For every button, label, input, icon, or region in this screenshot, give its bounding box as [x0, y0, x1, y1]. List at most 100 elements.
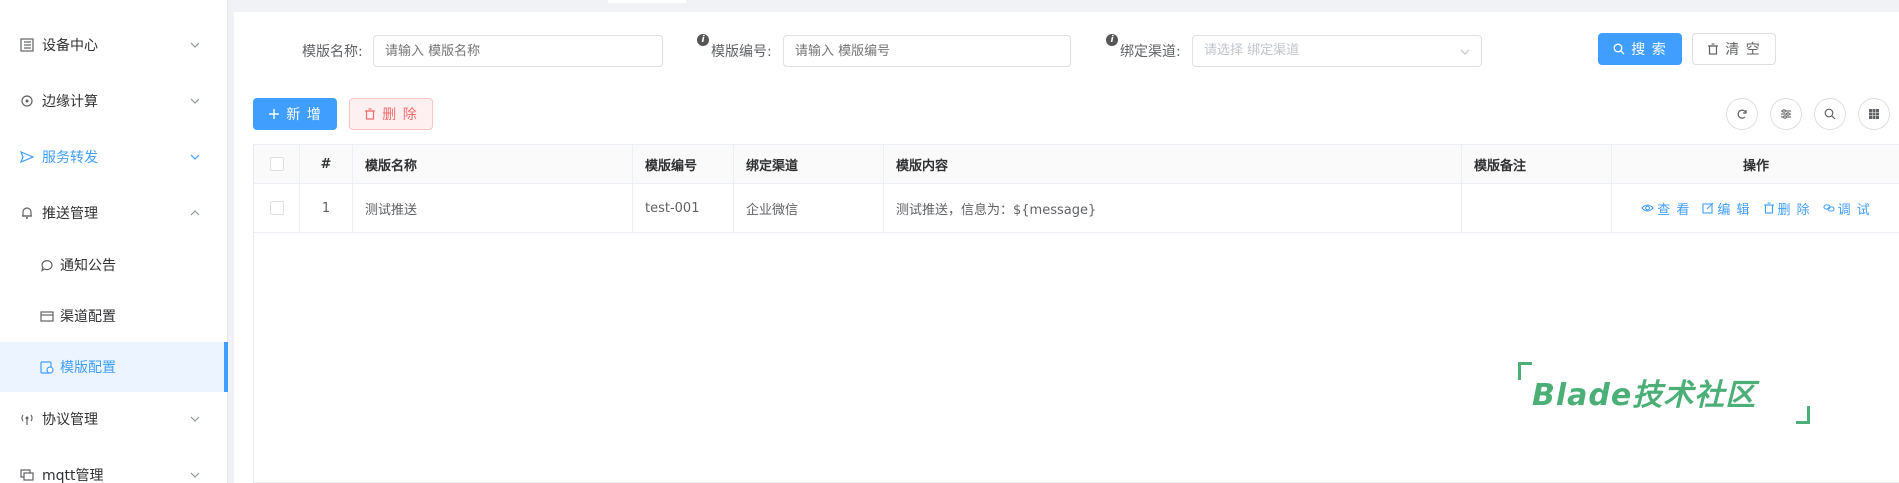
edit-link-label: 编 辑 [1717, 202, 1751, 218]
chevron-down-icon [190, 472, 200, 478]
refresh-button[interactable] [1726, 98, 1758, 130]
watermark-corner [1518, 362, 1532, 380]
sidebar-subitem-template-config[interactable]: 模版配置 [0, 342, 228, 392]
search-icon [1824, 108, 1836, 120]
send-icon [18, 148, 36, 166]
sidebar-subitem-label: 模版配置 [60, 360, 116, 376]
trash-icon [364, 108, 376, 120]
sidebar-item-edge-compute[interactable]: 边缘计算 [0, 76, 228, 126]
channel-select[interactable]: 请选择 绑定渠道 [1192, 35, 1482, 67]
view-link[interactable]: 查 看 [1641, 199, 1690, 218]
column-header-actions: 操作 [1742, 158, 1769, 174]
tag-tab[interactable] [608, 0, 686, 3]
column-header-channel: 绑定渠道 [734, 145, 884, 183]
sidebar-item-mqtt[interactable]: mqtt管理 [0, 450, 228, 483]
link-icon [1823, 204, 1835, 212]
sliders-icon [1781, 109, 1791, 119]
column-header-name: 模版名称 [353, 145, 633, 183]
sidebar-subitem-label: 渠道配置 [60, 309, 116, 325]
edit-link[interactable]: 编 辑 [1702, 199, 1750, 218]
select-all-cell [254, 145, 300, 183]
antenna-icon [18, 410, 36, 428]
sidebar-item-label: 推送管理 [42, 206, 98, 222]
bell-icon [18, 204, 36, 222]
delete-link[interactable]: 删 除 [1763, 199, 1811, 218]
sidebar-item-label: 边缘计算 [42, 94, 98, 110]
row-index: 1 [300, 184, 353, 232]
table-row: 1 测试推送 test-001 企业微信 测试推送，信息为：${message}… [254, 184, 1899, 233]
refresh-icon [1737, 109, 1747, 119]
row-select-cell [254, 184, 300, 232]
chevron-down-icon [190, 416, 200, 422]
debug-link-label: 调 试 [1837, 202, 1871, 218]
edge-compute-icon [18, 92, 36, 110]
column-header-content: 模版内容 [884, 145, 1462, 183]
sidebar-item-service-forward[interactable]: 服务转发 [0, 132, 228, 182]
row-remark [1462, 184, 1612, 232]
sidebar-item-label: 服务转发 [42, 150, 98, 166]
channel-icon [38, 307, 56, 325]
template-name-input[interactable] [373, 35, 663, 67]
sidebar-item-protocol[interactable]: 协议管理 [0, 394, 228, 444]
row-content: 测试推送，信息为：${message} [884, 184, 1462, 232]
add-button[interactable]: 新 增 [253, 98, 337, 130]
chevron-up-icon [190, 210, 200, 216]
debug-link[interactable]: 调 试 [1823, 199, 1871, 218]
clear-button-label: 清 空 [1725, 42, 1761, 58]
table-header: # 模版名称 模版编号 绑定渠道 模版内容 模版备注 操作 [254, 145, 1899, 184]
select-all-checkbox[interactable] [269, 157, 284, 171]
add-button-label: 新 增 [286, 107, 322, 123]
info-icon: i [697, 34, 709, 46]
sidebar-subitem-label: 通知公告 [60, 258, 116, 274]
delete-button-label: 删 除 [382, 107, 418, 123]
chevron-down-icon [190, 98, 200, 104]
row-template-name: 测试推送 [353, 184, 633, 232]
row-channel: 企业微信 [734, 184, 884, 232]
channel-label: 绑定渠道: [1120, 44, 1181, 60]
eye-icon [1641, 204, 1654, 212]
delete-button[interactable]: 删 除 [349, 98, 433, 130]
chevron-down-icon [190, 42, 200, 48]
plus-icon [268, 108, 280, 120]
chevron-down-icon [1460, 49, 1470, 55]
sidebar-subitem-channel-config[interactable]: 渠道配置 [0, 291, 228, 341]
template-table: # 模版名称 模版编号 绑定渠道 模版内容 模版备注 操作 1 测试推送 tes… [253, 144, 1899, 483]
sidebar-item-label: mqtt管理 [42, 468, 104, 483]
sidebar-item-label: 协议管理 [42, 412, 98, 428]
search-button[interactable]: 搜 索 [1598, 33, 1682, 65]
channel-select-placeholder: 请选择 绑定渠道 [1204, 43, 1300, 58]
sidebar-subitem-notice[interactable]: 通知公告 [0, 240, 228, 290]
search-icon [1613, 43, 1625, 55]
grid-view-button[interactable] [1858, 98, 1890, 130]
template-icon [38, 358, 56, 376]
row-checkbox[interactable] [269, 201, 284, 215]
edit-icon [1702, 202, 1714, 214]
grid-icon [1869, 109, 1879, 119]
column-settings-button[interactable] [1770, 98, 1802, 130]
template-code-input[interactable] [783, 35, 1071, 67]
row-template-code: test-001 [633, 184, 734, 232]
device-list-icon [18, 36, 36, 54]
sidebar-item-label: 设备中心 [42, 38, 98, 54]
column-header-code: 模版编号 [633, 145, 734, 183]
clear-button[interactable]: 清 空 [1692, 33, 1776, 65]
delete-link-label: 删 除 [1777, 202, 1811, 218]
trash-icon [1763, 202, 1774, 214]
column-header-remark: 模版备注 [1462, 145, 1612, 183]
watermark-corner [1796, 406, 1810, 424]
template-code-label: 模版编号: [711, 44, 772, 60]
template-name-label: 模版名称: [302, 44, 363, 60]
view-link-label: 查 看 [1657, 202, 1691, 218]
row-actions: 查 看 编 辑 删 除 调 试 [1612, 184, 1899, 232]
mqtt-icon [18, 466, 36, 483]
toggle-search-button[interactable] [1814, 98, 1846, 130]
tag-bar [228, 0, 1899, 12]
watermark-text: Blade技术社区 [1532, 378, 1757, 413]
chat-bubble-icon [38, 256, 56, 274]
sidebar-item-push-management[interactable]: 推送管理 [0, 188, 228, 238]
chevron-down-icon [190, 154, 200, 160]
info-icon: i [1106, 34, 1118, 46]
sidebar: 设备中心 边缘计算 服务转发 推送管理 通知公告 渠道配置 模版配置 协议管理 … [0, 0, 228, 483]
sidebar-item-device-center[interactable]: 设备中心 [0, 20, 228, 70]
search-button-label: 搜 索 [1631, 42, 1667, 58]
